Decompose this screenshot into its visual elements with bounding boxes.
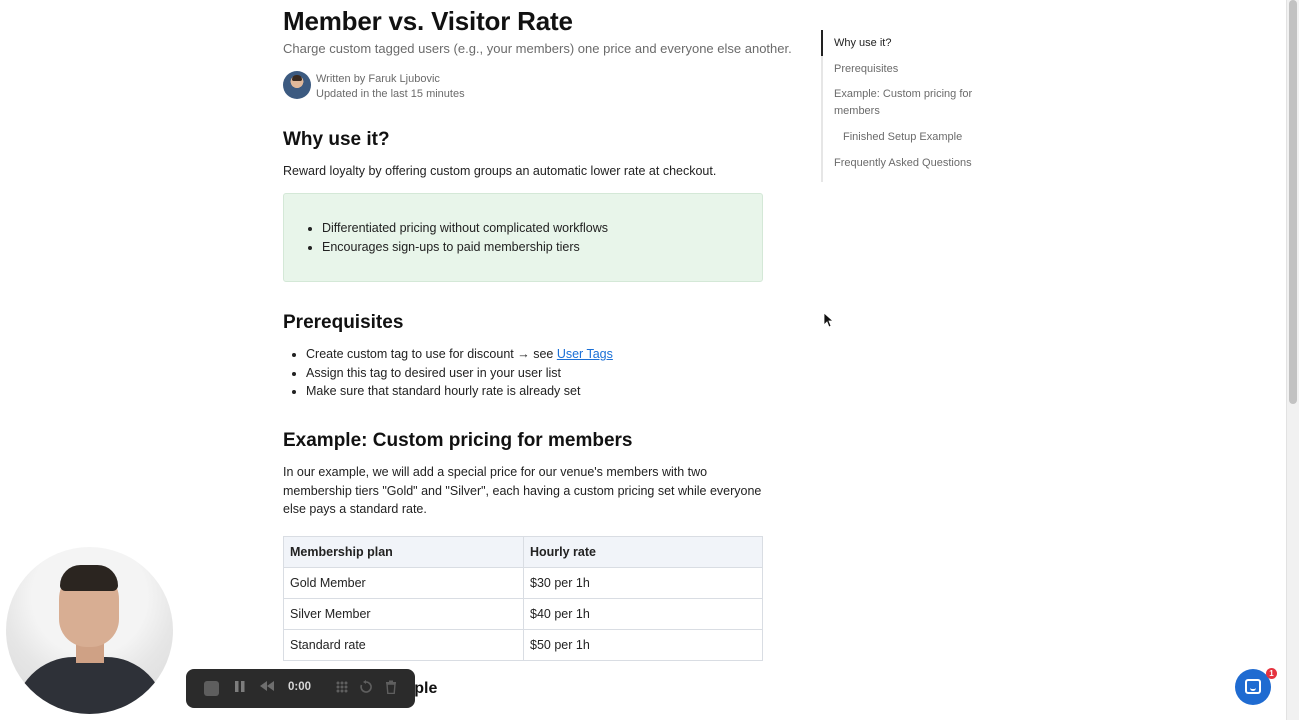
webcam-person-hair — [60, 565, 118, 591]
page-subtitle: Charge custom tagged users (e.g., your m… — [283, 41, 792, 56]
table-cell: $50 per 1h — [523, 629, 763, 661]
table-header-row: Membership plan Hourly rate — [283, 536, 763, 568]
author-line: Written by Faruk Ljubovic — [316, 73, 440, 85]
toc-item-example[interactable]: Example: Custom pricing for members — [834, 86, 984, 119]
list-item: Make sure that standard hourly rate is a… — [306, 382, 613, 401]
column-header: Hourly rate — [523, 536, 763, 568]
table-of-contents: Why use it? Prerequisites Example: Custo… — [821, 30, 986, 182]
list-item: Differentiated pricing without complicat… — [322, 219, 608, 238]
grid-icon[interactable] — [334, 680, 350, 696]
column-header: Membership plan — [283, 536, 524, 568]
author-block: Written by Faruk Ljubovic Updated in the… — [283, 71, 683, 101]
heading-example: Example: Custom pricing for members — [283, 430, 633, 451]
toc-item-faq[interactable]: Frequently Asked Questions — [834, 155, 972, 172]
trash-icon[interactable] — [383, 680, 399, 696]
toc-item-finished-setup[interactable]: Finished Setup Example — [843, 129, 962, 146]
benefits-callout: Differentiated pricing without complicat… — [283, 193, 763, 282]
scrollbar-thumb[interactable] — [1289, 0, 1297, 404]
updated-line: Updated in the last 15 minutes — [316, 87, 465, 100]
pause-icon[interactable] — [232, 680, 248, 696]
pricing-table: Membership plan Hourly rate Gold Member … — [283, 536, 763, 661]
table-row: Standard rate $50 per 1h — [283, 629, 763, 661]
table-row: Silver Member $40 per 1h — [283, 598, 763, 630]
toc-active-indicator — [821, 30, 823, 56]
table-cell: Standard rate — [283, 629, 524, 661]
page-scrollbar[interactable] — [1286, 0, 1299, 720]
webcam-bubble[interactable] — [6, 547, 173, 714]
prereq-item-text: Create custom tag to use for discount → … — [306, 347, 557, 361]
table-cell: $40 per 1h — [523, 598, 763, 630]
why-intro: Reward loyalty by offering custom groups… — [283, 164, 717, 178]
restart-icon[interactable] — [358, 680, 374, 696]
toc-item-prerequisites[interactable]: Prerequisites — [834, 61, 898, 78]
table-cell: Silver Member — [283, 598, 524, 630]
list-item: Create custom tag to use for discount → … — [306, 345, 613, 364]
list-item: Encourages sign-ups to paid membership t… — [322, 238, 608, 257]
prerequisites-list: Create custom tag to use for discount → … — [306, 345, 613, 401]
webcam-person-body — [14, 657, 166, 714]
table-cell: Gold Member — [283, 567, 524, 599]
rewind-icon[interactable] — [259, 680, 275, 696]
recording-time: 0:00 — [288, 681, 312, 693]
table-cell: $30 per 1h — [523, 567, 763, 599]
table-row: Gold Member $30 per 1h — [283, 567, 763, 599]
author-meta: Written by Faruk Ljubovic Updated in the… — [316, 72, 465, 101]
heading-prerequisites: Prerequisites — [283, 312, 404, 333]
author-avatar — [283, 71, 311, 99]
user-tags-link[interactable]: User Tags — [557, 347, 613, 361]
notification-badge: 1 — [1266, 668, 1277, 679]
chat-icon — [1245, 679, 1261, 694]
example-paragraph: In our example, we will add a special pr… — [283, 465, 762, 516]
stop-icon[interactable] — [204, 681, 219, 696]
heading-why-use-it: Why use it? — [283, 129, 390, 150]
recording-controls: 0:00 — [186, 669, 415, 708]
list-item: Assign this tag to desired user in your … — [306, 364, 613, 383]
toc-item-why-use-it[interactable]: Why use it? — [834, 35, 891, 52]
page-title: Member vs. Visitor Rate — [283, 6, 573, 36]
benefits-list: Differentiated pricing without complicat… — [322, 219, 608, 256]
